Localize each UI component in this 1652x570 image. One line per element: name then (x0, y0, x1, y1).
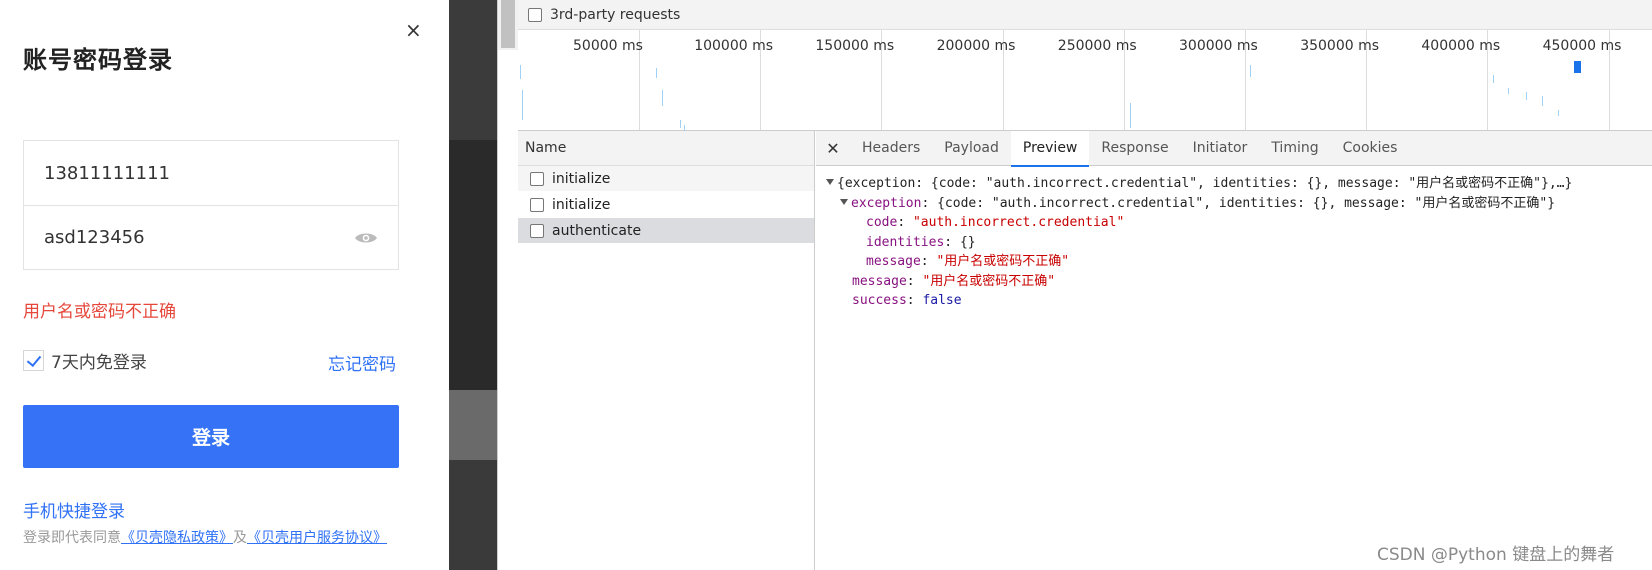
request-name: initialize (552, 196, 611, 213)
agreement-and: 及 (233, 530, 247, 546)
watermark: CSDN @Python 键盘上的舞者 (1377, 545, 1615, 565)
username-field[interactable]: 13811111111 (24, 141, 398, 205)
request-checkbox[interactable] (530, 171, 544, 186)
timeline-tick-label: 250000 ms (1057, 38, 1137, 54)
forgot-password-link[interactable]: 忘记密码 (328, 350, 396, 375)
timeline-tick-label: 400000 ms (1421, 38, 1501, 54)
request-row[interactable]: initialize (518, 166, 814, 192)
timeline-request-blip (1542, 96, 1543, 106)
background-page (449, 0, 497, 570)
devtools-panel: 3rd-party requests 50000 ms 100000 ms 1500… (497, 0, 1652, 570)
request-detail: ✕ Headers Payload Preview Response Initiator… (816, 130, 1652, 570)
remember-me[interactable]: 7天内免登录 (23, 348, 147, 373)
detail-tabs: ✕ Headers Payload Preview Response Initiator… (816, 130, 1652, 167)
password-value: asd123456 (44, 227, 145, 248)
timeline-tick-label: 100000 ms (694, 38, 774, 54)
close-detail-icon[interactable]: ✕ (816, 139, 850, 158)
eye-icon[interactable] (354, 231, 378, 245)
request-checkbox[interactable] (530, 223, 544, 238)
request-name: authenticate (552, 222, 642, 239)
json-code-line: code: "auth.incorrect.credential" (866, 215, 1125, 230)
tab-timing[interactable]: Timing (1259, 131, 1330, 166)
timeline-tick-label: 300000 ms (1179, 38, 1258, 54)
error-message: 用户名或密码不正确 (23, 302, 176, 322)
scrollbar[interactable] (498, 0, 518, 50)
timeline-request-blip (1526, 92, 1527, 100)
tab-preview[interactable]: Preview (1010, 130, 1090, 167)
login-button[interactable]: 登录 (23, 405, 399, 468)
timeline-request-blip (1508, 88, 1509, 94)
login-modal: 账号密码登录 × 13811111111 asd123456 用户名或密码不正确… (0, 0, 449, 570)
remember-checkbox[interactable] (23, 350, 44, 371)
json-root-summary: {exception: {code: "auth.incorrect.crede… (837, 176, 1573, 191)
json-success-value: false (922, 293, 962, 308)
json-exception-message-value: "用户名或密码不正确" (936, 254, 1070, 269)
privacy-policy-link[interactable]: 《贝壳隐私政策》 (121, 530, 233, 546)
username-value: 13811111111 (44, 162, 170, 184)
close-icon[interactable]: × (405, 20, 422, 40)
request-name: initialize (552, 170, 611, 187)
timeline-request-blip (522, 90, 523, 120)
timeline-request-blip (1493, 75, 1494, 83)
timeline-request-blip (1558, 110, 1559, 116)
timeline-tick-label: 350000 ms (1300, 38, 1380, 54)
tab-response[interactable]: Response (1089, 131, 1180, 166)
network-timeline[interactable]: 50000 ms 100000 ms 150000 ms 200000 ms 25000… (518, 30, 1652, 133)
timeline-request-blip (520, 65, 521, 79)
login-title: 账号密码登录 (23, 46, 173, 74)
tab-initiator[interactable]: Initiator (1181, 131, 1260, 166)
json-success-line: success: false (852, 293, 962, 308)
json-identities-value: {} (959, 234, 976, 250)
json-exception-message-line: message: "用户名或密码不正确" (866, 254, 1070, 269)
agreement-text: 登录即代表同意《贝壳隐私政策》及《贝壳用户服务协议》 (23, 530, 393, 547)
request-row[interactable]: initialize (518, 192, 814, 218)
request-list: Name initialize initialize authenticate (518, 131, 815, 570)
timeline-request-blip (1250, 65, 1251, 77)
agreement-prefix: 登录即代表同意 (23, 530, 121, 546)
name-column-header[interactable]: Name (518, 131, 814, 166)
third-party-label: 3rd-party requests (550, 6, 681, 23)
filter-bar: 3rd-party requests (518, 0, 1652, 30)
timeline-request-blip (662, 90, 663, 106)
remember-label: 7天内免登录 (51, 353, 147, 373)
scrollbar-thumb[interactable] (501, 0, 515, 48)
timeline-request-blip (656, 68, 657, 78)
timeline-tick-label: 150000 ms (815, 38, 895, 54)
timeline-tick-label: 50000 ms (573, 38, 643, 54)
timeline-tick-label: 450000 ms (1542, 38, 1622, 54)
json-identities-line: identities: {} (866, 234, 976, 250)
expand-triangle-icon[interactable] (840, 198, 848, 205)
request-row[interactable]: authenticate (518, 218, 814, 244)
json-exception-summary: {code: "auth.incorrect.credential", iden… (937, 195, 1556, 211)
json-message-value: "用户名或密码不正确" (922, 273, 1056, 289)
tab-payload[interactable]: Payload (932, 131, 1011, 166)
json-exception-line[interactable]: exception: {code: "auth.incorrect.creden… (826, 194, 1652, 214)
timeline-request-blip (680, 120, 681, 128)
json-root-line[interactable]: {exception: {code: "auth.incorrect.crede… (826, 174, 1652, 194)
request-checkbox[interactable] (530, 197, 544, 212)
json-code-value: "auth.incorrect.credential" (912, 215, 1125, 230)
quick-login-link[interactable]: 手机快捷登录 (23, 497, 125, 522)
password-field[interactable]: asd123456 (24, 205, 398, 269)
timeline-tick-label: 200000 ms (936, 38, 1016, 54)
background-band (449, 140, 497, 390)
timeline-selected-marker (1574, 61, 1581, 73)
third-party-checkbox[interactable] (528, 7, 542, 22)
terms-link[interactable]: 《贝壳用户服务协议》 (247, 530, 387, 546)
tab-headers[interactable]: Headers (850, 131, 932, 166)
background-band (449, 0, 497, 140)
preview-pane: {exception: {code: "auth.incorrect.crede… (816, 166, 1652, 311)
credential-fields: 13811111111 asd123456 (23, 140, 399, 270)
timeline-request-blip (1130, 103, 1131, 128)
expand-triangle-icon[interactable] (826, 179, 834, 185)
json-message-line: message: "用户名或密码不正确" (852, 273, 1056, 289)
tab-cookies[interactable]: Cookies (1331, 131, 1410, 166)
background-band (449, 460, 497, 570)
background-band (449, 390, 497, 460)
